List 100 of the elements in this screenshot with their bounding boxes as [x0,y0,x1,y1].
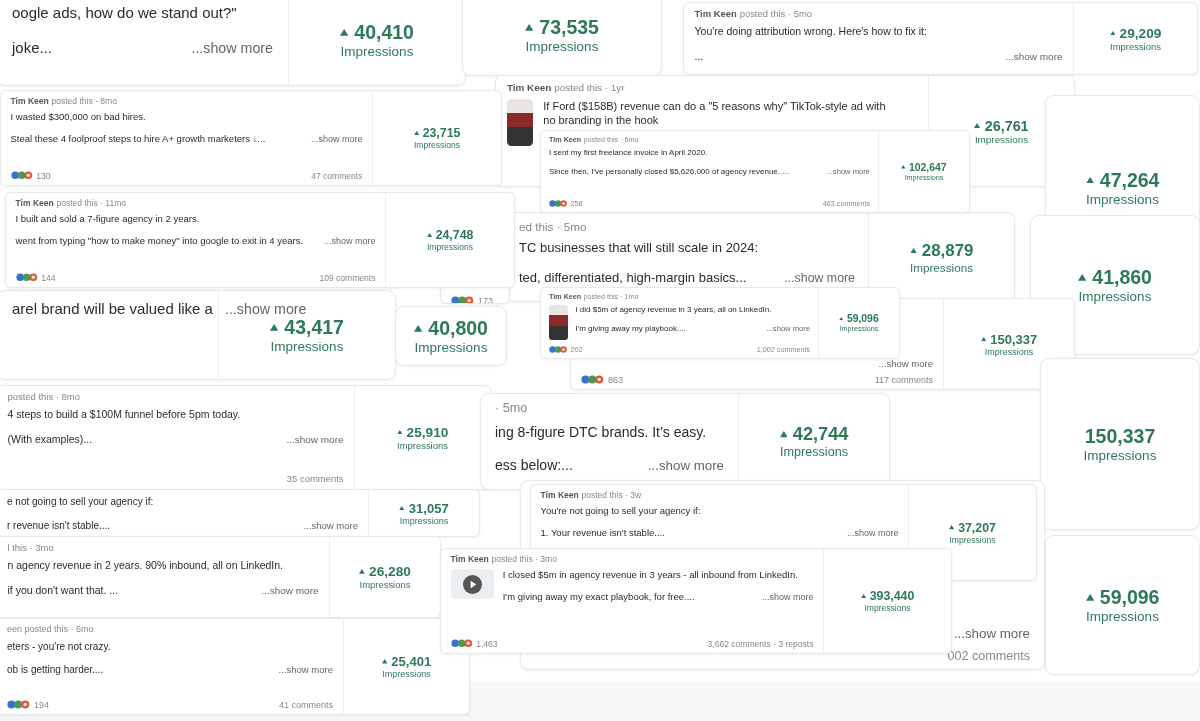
video-thumbnail[interactable] [450,568,495,600]
show-more-link[interactable]: ...show more [846,528,899,539]
post-text: 1. Your revenue isn't stable.... [540,527,665,540]
post-meta: posted this · 11mo [56,197,127,208]
reaction-count[interactable]: 863 [608,374,623,385]
reactions-icon[interactable] [10,171,34,180]
post-meta: · 5mo [495,401,528,415]
impressions-count: 59,096 [846,313,879,324]
reactions-icon[interactable] [581,375,606,384]
impressions-count: 41,860 [1092,266,1152,289]
show-more-link[interactable]: ...show more [953,626,1030,641]
show-more-link[interactable]: ...show more [323,236,376,247]
impressions-count: 40,800 [428,317,488,340]
impressions-count: 43,417 [284,316,344,339]
author-name[interactable]: Tim Keen [540,489,579,500]
impressions-label: Impressions [1086,191,1159,207]
post-text: oogle ads, how do we stand out?" [12,2,238,22]
post-text: joke... [12,37,53,58]
impressions-label: Impressions [984,346,1034,357]
impressions-label: Impressions [780,445,848,459]
impressions-count: 26,761 [984,117,1029,134]
show-more-link[interactable]: ...show more [191,39,273,56]
author-name[interactable]: Tim Keen [694,8,737,20]
show-more-link[interactable]: ...show more [286,433,344,445]
impressions-count: 25,910 [406,424,449,440]
author-name[interactable]: Tim Keen [507,81,552,93]
comment-count[interactable]: 47 comments [311,170,363,181]
impressions-label: Impressions [340,44,414,59]
impressions-label: Impressions [426,242,474,252]
reactions-icon[interactable] [7,700,32,709]
comment-count[interactable]: 002 comments [947,648,1030,663]
comment-count[interactable]: 35 comments [286,473,344,485]
show-more-link[interactable]: ...show more [261,584,319,596]
impressions-count: 24,748 [435,228,474,242]
post-meta: posted this · 3mo [491,553,557,564]
impressions-label: Impressions [414,340,488,355]
impressions-label: Impressions [359,579,411,590]
show-more-link[interactable]: ...show more [1005,50,1063,62]
impressions-count: 393,440 [869,589,915,603]
post-text: You're not going to sell your agency if: [540,504,702,518]
impressions-count: 150,337 [990,331,1038,347]
show-more-link[interactable]: ...show more [647,457,724,473]
post-meta: posted this · 8mo [7,391,80,403]
play-icon[interactable] [462,574,482,594]
reaction-count[interactable]: 130 [36,170,51,181]
post-text: Steal these 4 foolproof steps to hire A+ growth marketers ↓... [10,133,266,146]
post-text: 4 steps to build a $100M funnel before 5pm today. [7,408,242,422]
reactions-icon[interactable] [451,296,476,303]
impressions-count: 47,264 [1099,168,1160,192]
impressions-label: Impressions [974,133,1029,145]
impressions-count: 29,209 [1119,25,1162,41]
reaction-count[interactable]: 1,463 [476,638,498,649]
reaction-count[interactable]: 144 [41,272,56,283]
post-text: I built and sold a 7-figure agency in 2 years. [15,212,201,226]
show-more-link[interactable]: ...show more [224,300,307,317]
post-text: if you don't want that. ... [7,583,119,598]
show-more-link[interactable]: ...show more [784,271,855,286]
post-text: I closed $5m in agency revenue in 3 years - all inbound from LinkedIn. [502,568,799,582]
post-text: Since then, I've personally closed $5,626,000 of agency revenue. ... [549,167,789,178]
post-text: I sent my first freelance invoice in April 2020. [549,148,709,159]
impressions-count: 37,207 [958,520,996,535]
post-text: went from typing "how to make money" into google to exit in 4 years. [15,235,304,248]
reactions-icon[interactable] [549,346,569,354]
post-text: I'm giving away my exact playbook, for free.... [502,591,695,604]
reaction-count[interactable]: 194 [34,699,49,710]
impressions-label: Impressions [949,534,996,545]
impressions-count: 59,096 [1099,586,1160,609]
impressions-label: Impressions [1086,609,1159,624]
impressions-label: Impressions [382,669,431,679]
impressions-label: Impressions [910,260,973,274]
post-meta: een posted this · 6mo [7,624,94,634]
author-name[interactable]: Tim Keen [10,95,49,106]
author-name[interactable]: Tim Keen [450,553,489,564]
impressions-count: 25,401 [391,654,432,669]
post-text: ... [694,49,704,64]
post-text: r revenue isn't stable.... [7,518,111,532]
reactions-icon[interactable] [549,200,569,208]
reactions-icon[interactable] [15,273,39,282]
comment-count[interactable]: 3,662 comments · 3 reposts [707,638,814,649]
impressions-label: Impressions [1083,448,1157,463]
impressions-label: Impressions [413,140,461,150]
image-thumbnail[interactable] [507,98,534,146]
comment-count[interactable]: 109 comments [319,272,376,283]
comment-count[interactable]: 117 comments [874,374,933,385]
show-more-link[interactable]: ...show more [278,664,333,675]
reaction-count[interactable]: 173 [478,295,493,303]
impressions-count: 26,280 [369,564,411,579]
show-more-link[interactable]: ...show more [761,592,814,603]
reactions-icon[interactable] [450,639,474,648]
show-more-link[interactable]: ...show more [303,519,358,531]
show-more-link[interactable]: ...show more [878,358,933,369]
post-text: ess below:... [495,455,573,474]
post-text: (With examples)... [7,432,93,447]
impressions-count: 73,535 [539,16,599,39]
author-name[interactable]: Tim Keen [15,197,54,208]
show-more-link[interactable]: ...show more [310,134,363,145]
impressions-label: Impressions [1110,40,1161,52]
comment-count[interactable]: 41 comments [278,699,333,710]
impressions-count: 42,744 [792,424,849,445]
image-thumbnail[interactable] [549,305,569,340]
